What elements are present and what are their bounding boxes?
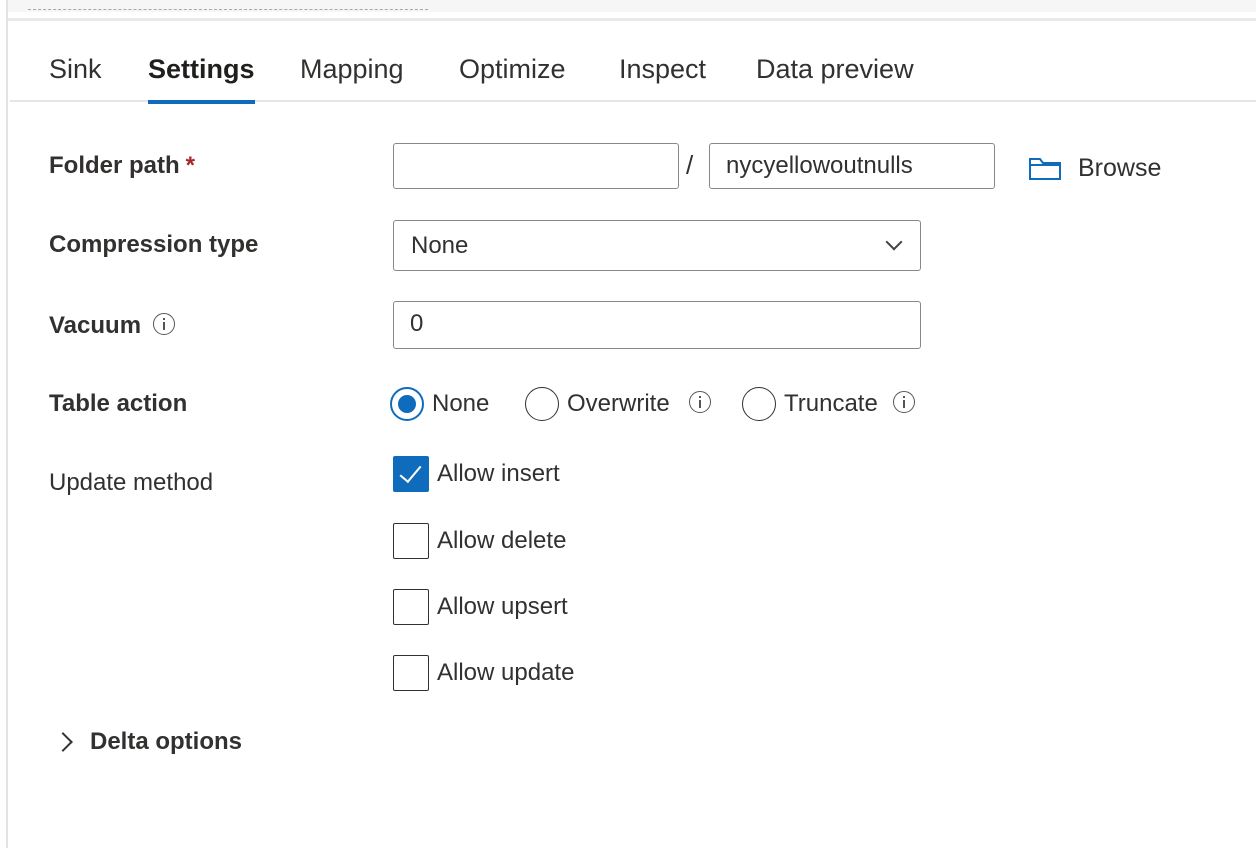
sink-settings-panel: Sink Settings Mapping Optimize Inspect D… xyxy=(0,0,1256,848)
chevron-down-icon xyxy=(885,233,903,251)
folder-path-label-text: Folder path xyxy=(49,152,180,179)
radio-truncate[interactable]: Truncate xyxy=(742,386,878,422)
radio-none[interactable]: None xyxy=(390,386,489,422)
top-divider xyxy=(8,18,1256,21)
tab-settings[interactable]: Settings xyxy=(148,44,255,104)
checkbox xyxy=(393,523,429,559)
allow-update-checkbox[interactable]: Allow update xyxy=(393,655,574,691)
browse-button[interactable]: Browse xyxy=(1028,148,1161,188)
tab-mapping[interactable]: Mapping xyxy=(300,44,404,102)
tab-optimize[interactable]: Optimize xyxy=(459,44,566,102)
vacuum-info-icon[interactable] xyxy=(153,313,175,335)
table-action-label: Table action xyxy=(49,390,188,417)
allow-upsert-checkbox[interactable]: Allow upsert xyxy=(393,589,568,625)
path-separator: / xyxy=(686,150,694,180)
allow-delete-label: Allow delete xyxy=(437,527,567,554)
delta-options-label: Delta options xyxy=(90,728,243,755)
allow-upsert-label: Allow upsert xyxy=(437,593,568,620)
tab-bar: Sink Settings Mapping Optimize Inspect D… xyxy=(10,44,1256,104)
radio-overwrite-label: Overwrite xyxy=(567,390,670,417)
vacuum-label: Vacuum xyxy=(49,312,142,339)
top-strip xyxy=(8,0,1256,12)
folder-input[interactable]: nycyellowoutnulls xyxy=(709,143,995,189)
compression-type-label: Compression type xyxy=(49,231,259,258)
required-marker: * xyxy=(185,152,196,179)
overwrite-info-icon[interactable] xyxy=(689,391,711,413)
tab-sink[interactable]: Sink xyxy=(49,44,102,102)
checkbox-checked xyxy=(393,456,429,492)
chevron-right-icon xyxy=(53,732,73,752)
compression-type-dropdown[interactable]: None xyxy=(393,220,921,271)
allow-insert-checkbox[interactable]: Allow insert xyxy=(393,456,560,492)
radio-button-checked xyxy=(390,387,424,421)
allow-update-label: Allow update xyxy=(437,659,575,686)
truncate-info-icon[interactable] xyxy=(893,391,915,413)
browse-label: Browse xyxy=(1078,153,1162,182)
compression-selected-value: None xyxy=(411,232,469,259)
allow-insert-label: Allow insert xyxy=(437,460,560,487)
checkbox xyxy=(393,589,429,625)
radio-button xyxy=(742,387,776,421)
update-method-label: Update method xyxy=(49,469,214,496)
tab-inspect[interactable]: Inspect xyxy=(619,44,706,102)
delta-options-expander[interactable]: Delta options xyxy=(53,724,243,760)
allow-delete-checkbox[interactable]: Allow delete xyxy=(393,523,566,559)
container-input[interactable] xyxy=(393,143,679,189)
checkbox xyxy=(393,655,429,691)
folder-icon xyxy=(1029,158,1061,180)
tab-data-preview[interactable]: Data preview xyxy=(756,44,914,102)
left-border xyxy=(6,0,8,848)
radio-overwrite[interactable]: Overwrite xyxy=(525,386,670,422)
folder-path-label: Folder path * xyxy=(49,152,195,180)
top-dashed-divider xyxy=(28,9,428,10)
vacuum-input[interactable]: 0 xyxy=(393,301,921,349)
radio-truncate-label: Truncate xyxy=(784,390,878,417)
radio-none-label: None xyxy=(432,390,490,417)
radio-button xyxy=(525,387,559,421)
